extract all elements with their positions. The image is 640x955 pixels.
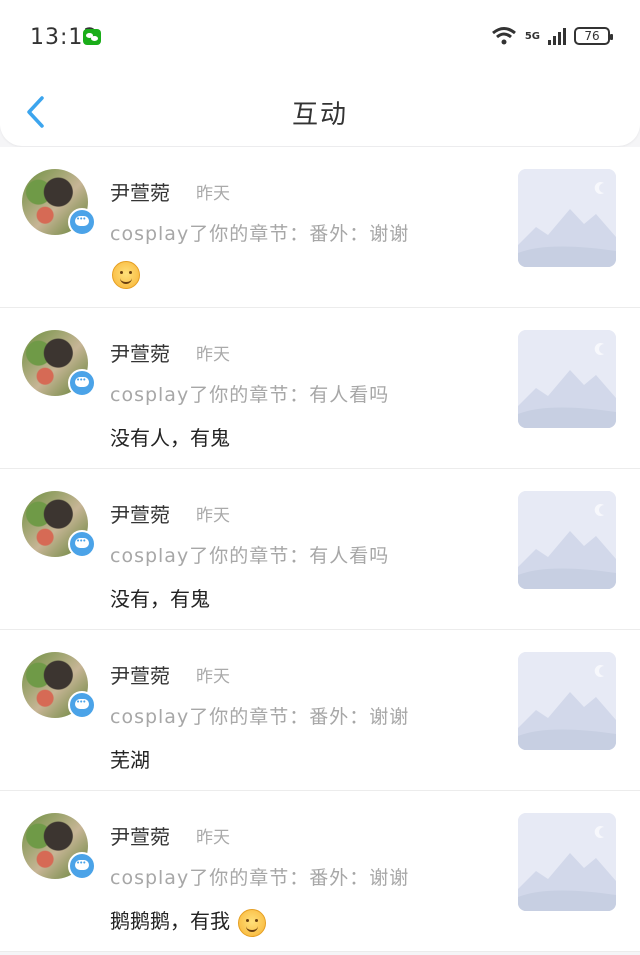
user-name[interactable]: 尹萱菀 — [110, 177, 170, 206]
placeholder-landscape-icon — [518, 813, 616, 911]
chapter-text: cosplay了你的章节：有人看吗 — [110, 545, 390, 567]
timestamp: 昨天 — [196, 667, 230, 687]
wifi-icon — [491, 27, 516, 45]
signal-icon — [548, 27, 566, 45]
timestamp: 昨天 — [196, 506, 230, 526]
battery-indicator: 76 — [574, 27, 613, 45]
status-icons: 5G 76 — [491, 24, 613, 48]
comment: 鹅鹅鹅，有我 — [110, 905, 267, 937]
message-badge-icon — [68, 530, 96, 558]
user-name[interactable]: 尹萱菀 — [110, 338, 170, 367]
user-name[interactable]: 尹萱菀 — [110, 660, 170, 689]
user-name[interactable]: 尹萱菀 — [110, 499, 170, 528]
placeholder-landscape-icon — [518, 330, 616, 428]
comment-text: 鹅鹅鹅，有我 — [110, 909, 230, 933]
message-badge-icon — [68, 691, 96, 719]
placeholder-landscape-icon — [518, 169, 616, 267]
chapter-text: cosplay了你的章节：番外：谢谢 — [110, 223, 410, 245]
comment-text: 芜湖 — [110, 748, 150, 772]
comment-text: 没有人，有鬼 — [110, 426, 230, 450]
message-badge-icon — [68, 369, 96, 397]
chapter-thumbnail[interactable] — [518, 652, 616, 750]
placeholder-landscape-icon — [518, 652, 616, 750]
chapter-text: cosplay了你的章节：番外：谢谢 — [110, 706, 410, 728]
interaction-list: 尹萱菀 昨天 cosplay了你的章节：番外：谢谢 尹萱菀 昨天 cosplay… — [0, 147, 640, 952]
chapter-text: cosplay了你的章节：番外：谢谢 — [110, 867, 410, 889]
interaction-item[interactable]: 尹萱菀 昨天 cosplay了你的章节：有人看吗 没有，有鬼 — [0, 469, 640, 630]
chapter-text: cosplay了你的章节：有人看吗 — [110, 384, 390, 406]
message-badge-icon — [68, 208, 96, 236]
interaction-item[interactable]: 尹萱菀 昨天 cosplay了你的章节：有人看吗 没有人，有鬼 — [0, 308, 640, 469]
chapter-thumbnail[interactable] — [518, 813, 616, 911]
wechat-icon — [83, 29, 101, 45]
wink-emoji-icon — [238, 908, 267, 937]
top-header: 13:12 5G 76 互动 — [0, 0, 640, 146]
comment-text: 没有，有鬼 — [110, 587, 210, 611]
interaction-item[interactable]: 尹萱菀 昨天 cosplay了你的章节：番外：谢谢 芜湖 — [0, 630, 640, 791]
page-title: 互动 — [291, 100, 348, 130]
comment — [110, 261, 140, 289]
user-name[interactable]: 尹萱菀 — [110, 821, 170, 850]
timestamp: 昨天 — [196, 345, 230, 365]
interaction-item[interactable]: 尹萱菀 昨天 cosplay了你的章节：番外：谢谢 鹅鹅鹅，有我 — [0, 791, 640, 952]
chapter-thumbnail[interactable] — [518, 491, 616, 589]
chapter-thumbnail[interactable] — [518, 169, 616, 267]
message-badge-icon — [68, 852, 96, 880]
timestamp: 昨天 — [196, 828, 230, 848]
interaction-item[interactable]: 尹萱菀 昨天 cosplay了你的章节：番外：谢谢 — [0, 147, 640, 308]
smile-emoji-icon — [112, 261, 140, 289]
chapter-thumbnail[interactable] — [518, 330, 616, 428]
timestamp: 昨天 — [196, 184, 230, 204]
network-label: 5G — [524, 30, 540, 42]
placeholder-landscape-icon — [518, 491, 616, 589]
